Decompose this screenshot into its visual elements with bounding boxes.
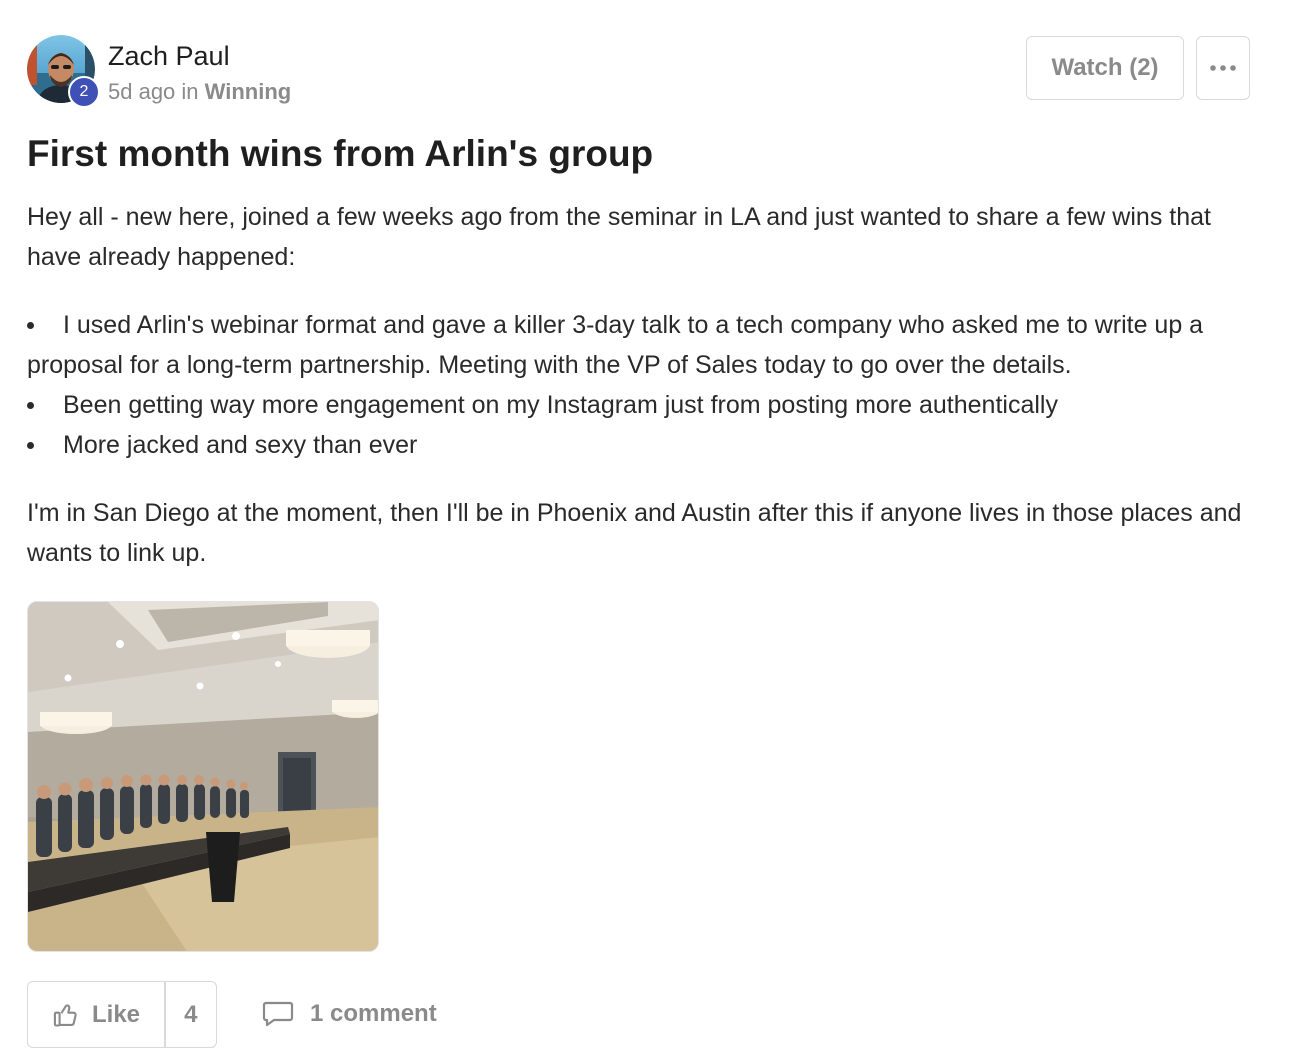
post-meta: 5d ago in Winning — [108, 78, 291, 106]
more-options-button[interactable] — [1196, 36, 1250, 100]
like-count[interactable]: 4 — [166, 982, 217, 1047]
author-avatar-wrap[interactable]: 2 — [27, 35, 100, 108]
list-item-text: Been getting way more engagement on my I… — [63, 391, 1058, 419]
author-name[interactable]: Zach Paul — [108, 40, 230, 72]
bullet-icon — [27, 442, 34, 449]
like-button[interactable]: Like — [28, 982, 164, 1047]
level-badge: 2 — [68, 76, 100, 108]
ellipsis-icon — [1210, 65, 1236, 71]
post-card: 2 Zach Paul 5d ago in Winning Watch (2) … — [0, 0, 1292, 1060]
post-time: 5d ago — [108, 79, 176, 104]
list-item: I used Arlin's webinar format and gave a… — [27, 305, 1257, 385]
list-item-text: I used Arlin's webinar format and gave a… — [27, 311, 1204, 379]
bullet-icon — [27, 402, 34, 409]
seminar-room-photo — [28, 602, 378, 951]
post-closing: I'm in San Diego at the moment, then I'l… — [27, 499, 1242, 567]
list-item: More jacked and sexy than ever — [27, 425, 1257, 465]
wins-list: I used Arlin's webinar format and gave a… — [27, 305, 1257, 465]
list-item: Been getting way more engagement on my I… — [27, 385, 1257, 425]
in-word: in — [181, 79, 199, 104]
comment-label: 1 comment — [310, 1000, 437, 1027]
like-group: Like 4 — [27, 981, 217, 1048]
list-item-text: More jacked and sexy than ever — [63, 431, 418, 459]
comment-button[interactable]: 1 comment — [262, 996, 437, 1032]
post-title: First month wins from Arlin's group — [27, 133, 654, 174]
watch-button[interactable]: Watch (2) — [1026, 36, 1184, 100]
bullet-icon — [27, 322, 34, 329]
post-intro: Hey all - new here, joined a few weeks a… — [27, 203, 1211, 271]
post-image[interactable] — [27, 601, 379, 952]
category-link[interactable]: Winning — [205, 79, 292, 104]
speech-bubble-icon — [262, 1001, 294, 1027]
thumbs-up-icon — [53, 1003, 77, 1027]
like-label: Like — [91, 1000, 141, 1028]
